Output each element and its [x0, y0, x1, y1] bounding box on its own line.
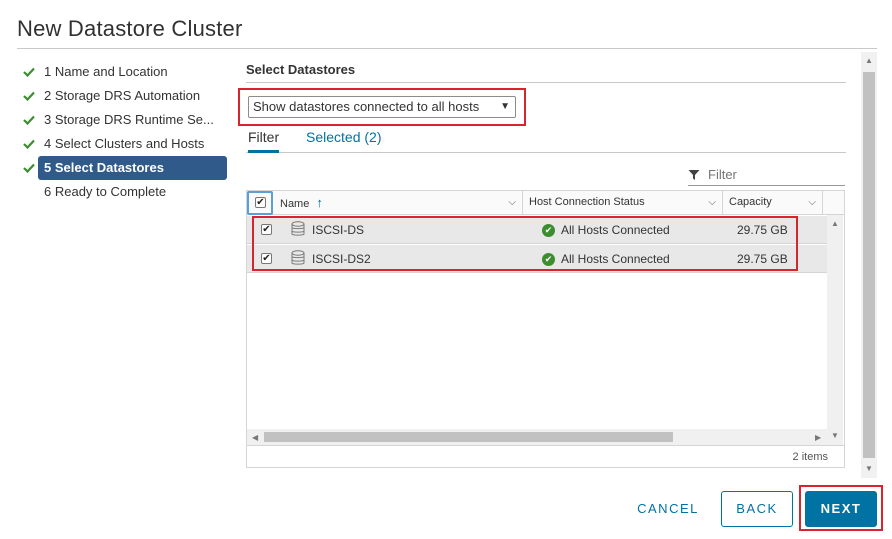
tab-filter[interactable]: Filter: [248, 128, 280, 153]
tab-selected[interactable]: Selected (2): [306, 128, 381, 153]
select-all-focus: ✔: [247, 191, 273, 215]
check-icon: [23, 108, 37, 132]
step-storage-drs-runtime-settings[interactable]: 3 Storage DRS Runtime Se...: [22, 108, 232, 132]
datastore-filter-highlight: Show datastores connected to all hosts ▼: [238, 88, 526, 126]
filter-input[interactable]: [708, 164, 843, 184]
next-button[interactable]: NEXT: [805, 491, 877, 527]
step-storage-drs-automation[interactable]: 2 Storage DRS Automation: [22, 84, 232, 108]
datastore-name: ISCSI-DS: [312, 223, 365, 237]
funnel-icon: [688, 168, 700, 180]
grid-horizontal-scrollbar[interactable]: ◀ ▶: [247, 429, 827, 445]
scroll-up-arrow-icon[interactable]: ▲: [865, 56, 873, 65]
back-button[interactable]: BACK: [721, 491, 793, 527]
scroll-right-arrow-icon[interactable]: ▶: [815, 433, 821, 442]
datastore-filter-select[interactable]: Show datastores connected to all hosts ▼: [248, 96, 516, 118]
column-header-host-connection-status[interactable]: Host Connection Status ⌵: [523, 191, 723, 214]
step-label: 1 Name and Location: [44, 64, 168, 79]
caret-down-icon: ▼: [500, 101, 510, 112]
row-checkbox[interactable]: ✔: [261, 253, 272, 264]
step-name-and-location[interactable]: 1 Name and Location: [22, 60, 232, 84]
section-divider: [246, 82, 846, 83]
datastore-name: ISCSI-DS2: [312, 252, 371, 266]
datastore-icon: [291, 221, 305, 237]
status-text: All Hosts Connected: [561, 252, 670, 266]
scroll-left-arrow-icon[interactable]: ◀: [252, 433, 258, 442]
datastore-icon: [291, 250, 305, 266]
step-ready-to-complete[interactable]: 6 Ready to Complete: [22, 180, 232, 204]
table-row[interactable]: ✔ ISCSI-DS ✔ All Hosts Connected 29.75 G…: [247, 216, 827, 244]
wizard-steps: 1 Name and Location 2 Storage DRS Automa…: [22, 60, 232, 204]
capacity-value: 29.75 GB: [737, 252, 788, 266]
tab-bar: Filter Selected (2): [246, 128, 846, 153]
check-icon: [23, 132, 37, 156]
check-icon: [23, 156, 37, 180]
check-icon: [23, 60, 37, 84]
column-header-name[interactable]: Name ↑ ⌵: [274, 191, 523, 214]
chevron-down-icon[interactable]: ⌵: [508, 191, 516, 214]
datastore-filter-value: Show datastores connected to all hosts: [253, 99, 480, 114]
step-label: 3 Storage DRS Runtime Se...: [44, 112, 214, 127]
step-label: 2 Storage DRS Automation: [44, 88, 201, 103]
page-scroll-thumb[interactable]: [863, 72, 875, 458]
row-checkbox[interactable]: ✔: [261, 224, 272, 235]
datastores-grid: ✔ Name ↑ ⌵ Host Connection Status ⌵ Capa…: [246, 190, 845, 468]
sort-ascending-icon: ↑: [316, 195, 323, 210]
grid-footer: 2 items: [247, 445, 844, 468]
select-all-checkbox[interactable]: ✔: [255, 197, 266, 208]
scroll-up-arrow-icon[interactable]: ▲: [831, 219, 839, 228]
horizontal-scroll-thumb[interactable]: [264, 432, 673, 442]
page-scrollbar[interactable]: ▲ ▼: [861, 52, 877, 478]
cancel-button[interactable]: CANCEL: [630, 491, 706, 527]
step-label: 5 Select Datastores: [38, 156, 227, 180]
grid-header: ✔ Name ↑ ⌵ Host Connection Status ⌵ Capa…: [247, 191, 844, 215]
chevron-down-icon[interactable]: ⌵: [808, 191, 816, 214]
filter-box: [688, 164, 845, 186]
step-select-clusters-and-hosts[interactable]: 4 Select Clusters and Hosts: [22, 132, 232, 156]
host-connection-status: ✔ All Hosts Connected: [542, 245, 670, 273]
check-icon: [23, 84, 37, 108]
scroll-down-arrow-icon[interactable]: ▼: [865, 464, 873, 473]
section-title: Select Datastores: [246, 62, 356, 77]
host-connection-status: ✔ All Hosts Connected: [542, 216, 670, 244]
step-select-datastores[interactable]: 5 Select Datastores: [22, 156, 232, 180]
dialog-title: New Datastore Cluster: [17, 16, 243, 41]
chevron-down-icon[interactable]: ⌵: [708, 191, 716, 214]
step-label: 6 Ready to Complete: [44, 184, 167, 199]
check-circle-icon: ✔: [542, 223, 555, 237]
capacity-value: 29.75 GB: [737, 223, 788, 237]
check-circle-icon: ✔: [542, 252, 555, 266]
column-label-status: Host Connection Status: [529, 196, 645, 208]
column-header-capacity[interactable]: Capacity ⌵: [723, 191, 823, 214]
table-row[interactable]: ✔ ISCSI-DS2 ✔ All Hosts Connected 29.75 …: [247, 245, 827, 273]
grid-vertical-scrollbar[interactable]: ▲ ▼: [827, 215, 843, 445]
column-label-capacity: Capacity: [729, 196, 772, 208]
step-label: 4 Select Clusters and Hosts: [44, 136, 205, 151]
scroll-down-arrow-icon[interactable]: ▼: [831, 431, 839, 440]
item-count: 2 items: [792, 451, 828, 463]
title-divider: [17, 48, 877, 49]
status-text: All Hosts Connected: [561, 223, 670, 237]
column-label-name: Name: [280, 198, 310, 210]
